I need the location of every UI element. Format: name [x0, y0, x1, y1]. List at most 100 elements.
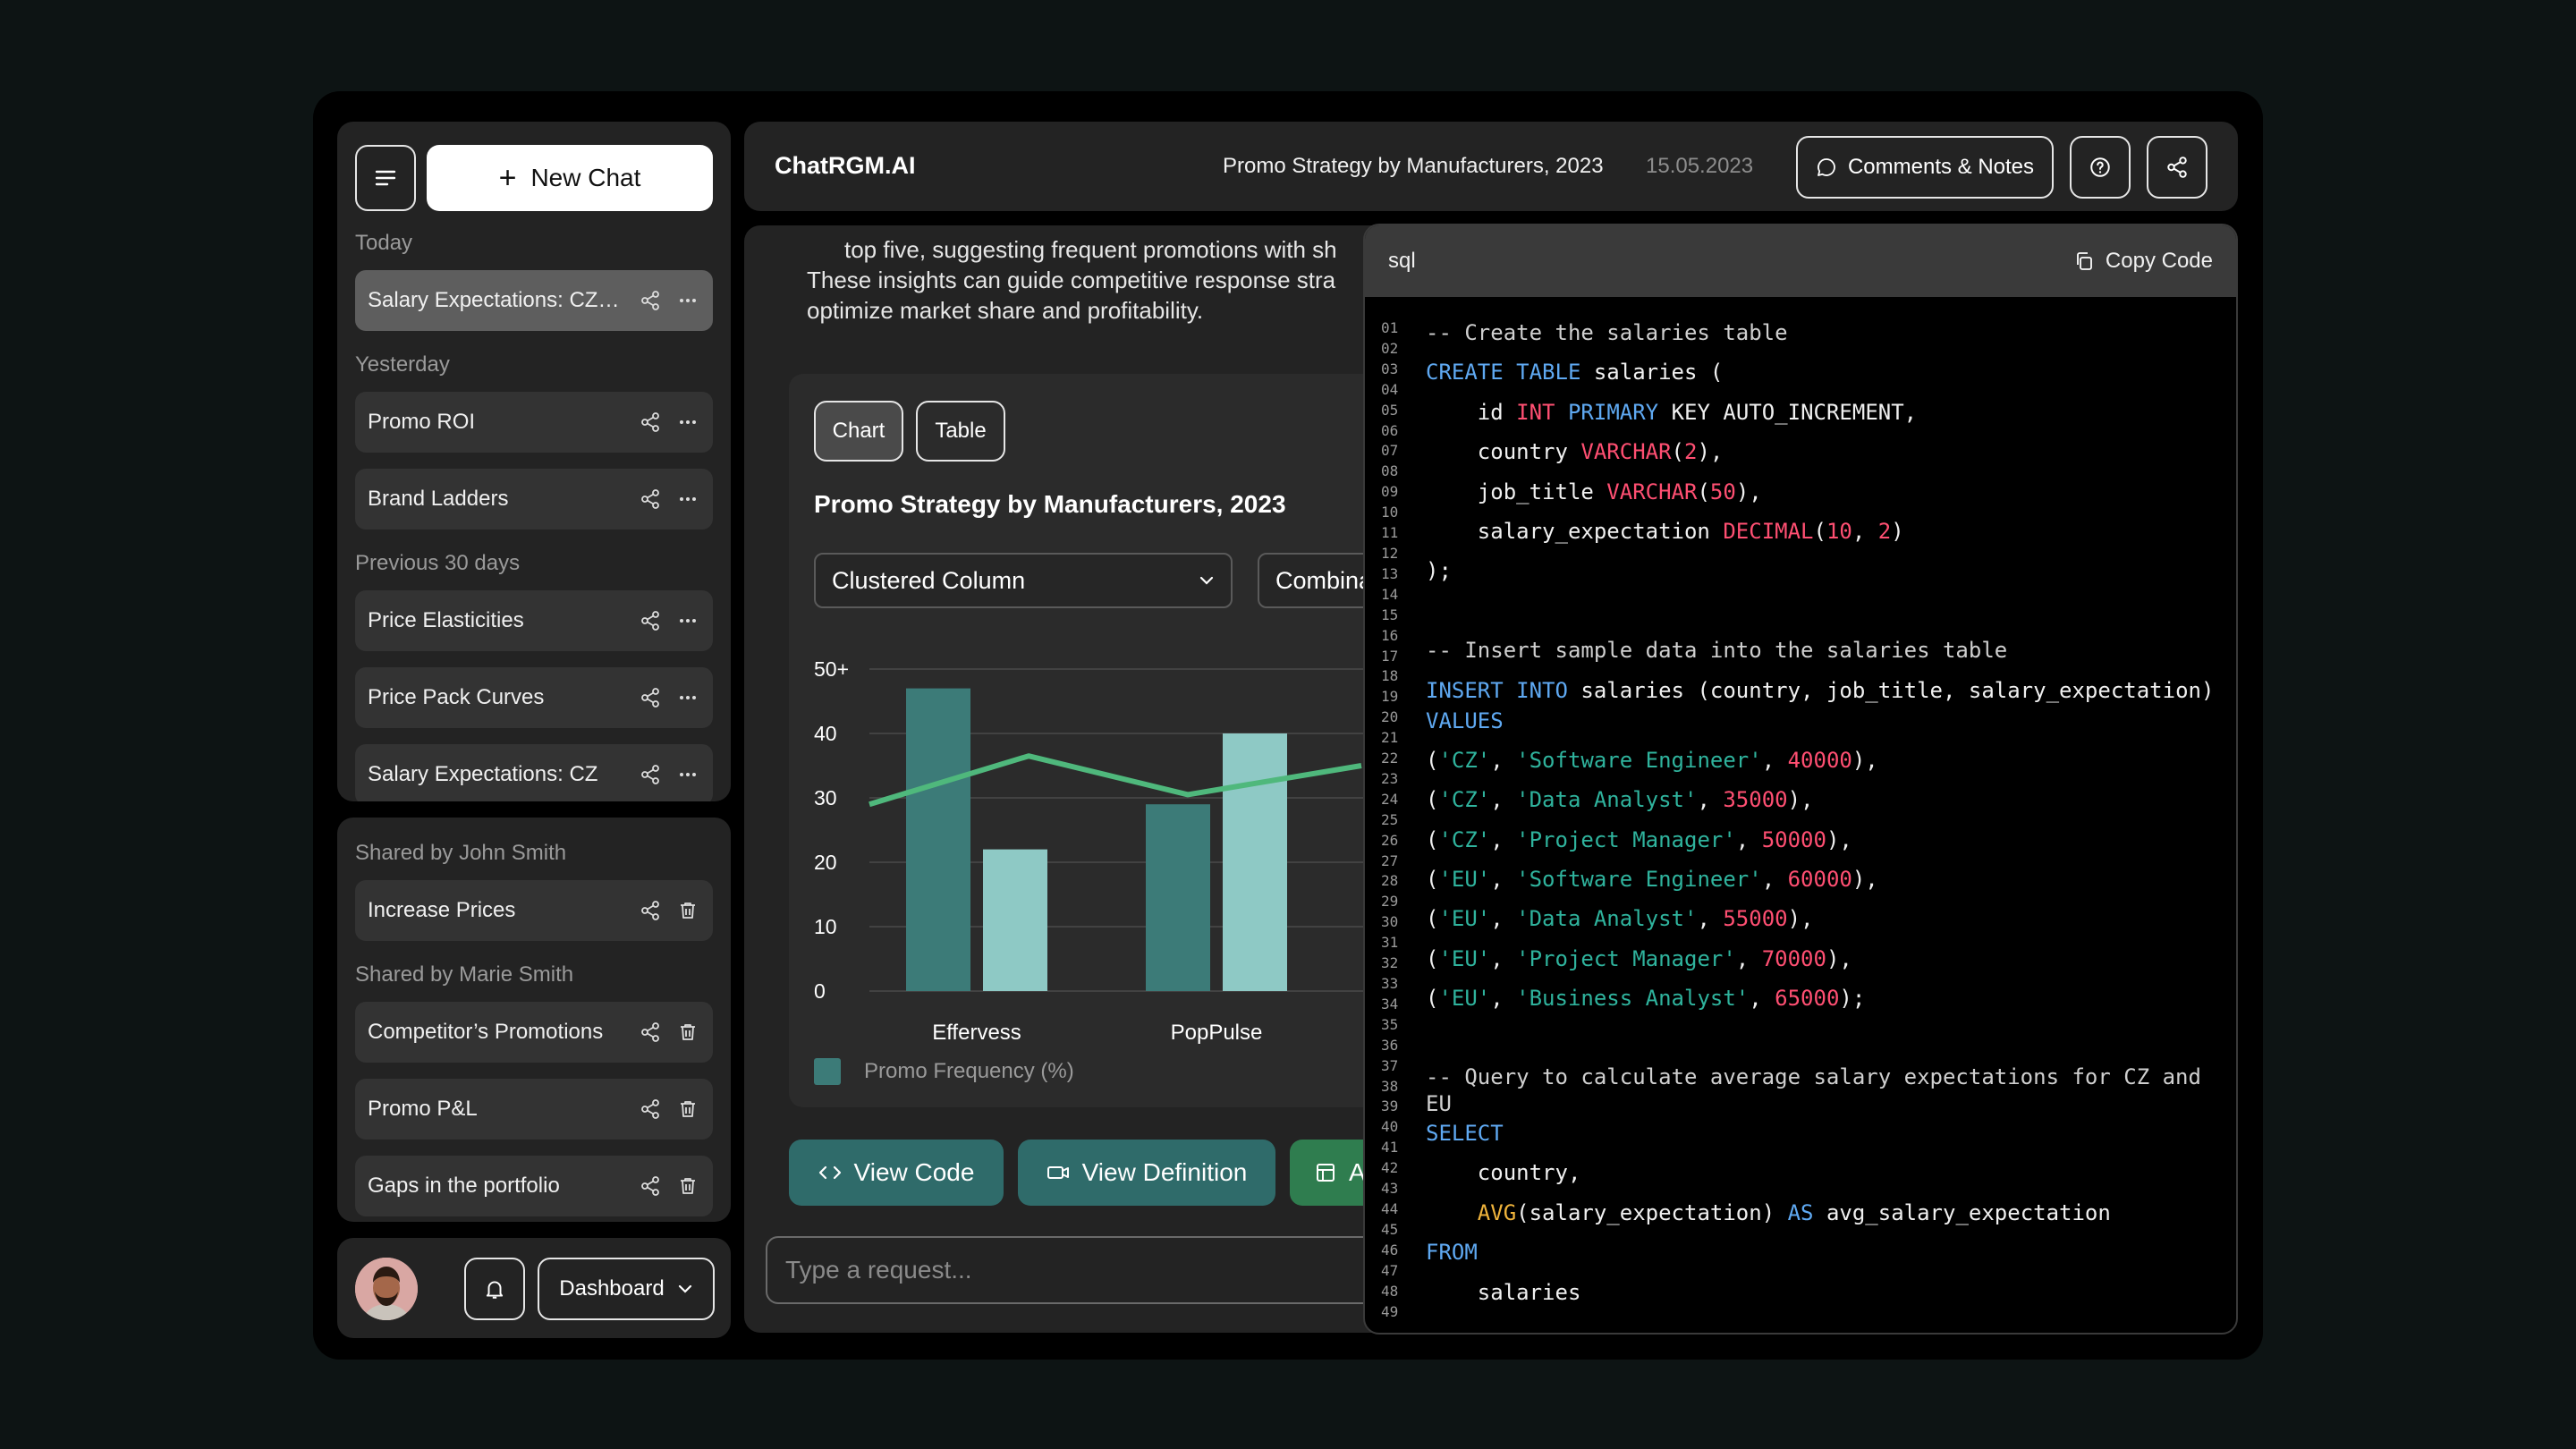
- app-brand: ChatRGM.AI: [775, 152, 916, 179]
- tab-chart[interactable]: Chart: [814, 401, 903, 462]
- copy-code-label: Copy Code: [2105, 249, 2213, 273]
- code-line: -- Query to calculate average salary exp…: [1426, 1064, 2215, 1117]
- chat-item[interactable]: Brand Ladders: [355, 469, 713, 530]
- sidebar-shared: Shared by John Smith Increase Prices Sha…: [337, 818, 731, 1222]
- line-number: 15: [1381, 606, 1399, 623]
- line-number: 13: [1381, 564, 1399, 582]
- assistant-message: top five, suggesting frequent promotions…: [807, 234, 1379, 326]
- sql-code[interactable]: -- Create the salaries table CREATE TABLE…: [1426, 313, 2231, 1312]
- chat-item[interactable]: Promo ROI: [355, 392, 713, 453]
- more-icon[interactable]: [675, 288, 700, 313]
- avatar[interactable]: [355, 1258, 418, 1320]
- code-line: salary_expectation DECIMAL(10, 2): [1426, 518, 1904, 544]
- notifications-button[interactable]: [464, 1258, 525, 1320]
- legend-label: Promo Frequency (%): [864, 1059, 1074, 1083]
- chevron-down-icon: [1199, 576, 1214, 585]
- y-tick-label: 10: [814, 915, 837, 938]
- chat-item[interactable]: Price Pack Curves: [355, 667, 713, 728]
- group-label-shared-marie: Shared by Marie Smith: [355, 962, 574, 987]
- share-icon[interactable]: [638, 288, 663, 313]
- hamburger-icon: [375, 170, 396, 186]
- code-line: ('CZ', 'Software Engineer', 40000),: [1426, 747, 1878, 773]
- menu-button[interactable]: [355, 145, 416, 211]
- line-number: 19: [1381, 688, 1399, 706]
- new-chat-button[interactable]: + New Chat: [427, 145, 713, 211]
- line-number: 20: [1381, 708, 1399, 726]
- help-button[interactable]: [2070, 136, 2131, 199]
- line-number: 12: [1381, 544, 1399, 562]
- dashboard-label: Dashboard: [559, 1276, 665, 1301]
- view-code-label: View Code: [853, 1158, 975, 1186]
- share-icon[interactable]: [638, 762, 663, 787]
- line-number: 03: [1381, 360, 1399, 377]
- line-number: 34: [1381, 995, 1399, 1013]
- chart-title: Promo Strategy by Manufacturers, 2023: [814, 490, 1286, 518]
- code-panel: sql Copy Code 01 02 03 04 05 06 07 08 09 10 11 12 13…: [1363, 224, 2238, 1335]
- share-button[interactable]: [2147, 136, 2207, 199]
- share-icon[interactable]: [638, 1020, 663, 1045]
- dashboard-dropdown[interactable]: Dashboard: [538, 1258, 715, 1320]
- code-line: -- Insert sample data into the salaries …: [1426, 638, 2008, 664]
- more-icon[interactable]: [675, 487, 700, 512]
- trash-icon[interactable]: [675, 1020, 700, 1045]
- chat-item[interactable]: Salary Expectations: CZ: [355, 744, 713, 801]
- comment-icon: [1818, 158, 1835, 176]
- line-number: 10: [1381, 504, 1399, 521]
- chat-item[interactable]: Price Elasticities: [355, 590, 713, 651]
- share-icon[interactable]: [638, 1097, 663, 1122]
- trash-icon[interactable]: [675, 898, 700, 923]
- line-number: 44: [1381, 1199, 1399, 1217]
- tab-table[interactable]: Table: [916, 401, 1005, 462]
- line-number: 02: [1381, 339, 1399, 357]
- share-icon[interactable]: [638, 410, 663, 435]
- shared-item[interactable]: Competitor’s Promotions: [355, 1002, 713, 1063]
- y-tick-label: 50+: [814, 657, 849, 681]
- chart-type-value: Clustered Column: [832, 566, 1026, 594]
- copy-code-button[interactable]: Copy Code: [2073, 249, 2213, 274]
- comments-notes-button[interactable]: Comments & Notes: [1796, 136, 2054, 199]
- group-label-yesterday: Yesterday: [355, 352, 450, 377]
- group-label-today: Today: [355, 231, 413, 255]
- header-title: Promo Strategy by Manufacturers, 2023: [1223, 154, 1604, 178]
- more-icon[interactable]: [675, 410, 700, 435]
- legend-swatch: [814, 1058, 841, 1085]
- line-number: 32: [1381, 954, 1399, 972]
- line-number: 45: [1381, 1220, 1399, 1238]
- view-definition-button[interactable]: View Definition: [1018, 1140, 1275, 1206]
- share-icon[interactable]: [638, 1174, 663, 1199]
- shared-item[interactable]: Gaps in the portfolio: [355, 1156, 713, 1216]
- share-icon[interactable]: [638, 608, 663, 633]
- view-definition-label: View Definition: [1081, 1158, 1248, 1186]
- more-icon[interactable]: [675, 608, 700, 633]
- line-number: 29: [1381, 893, 1399, 911]
- chart-type-select[interactable]: Clustered Column: [814, 553, 1233, 608]
- group-label-shared-john: Shared by John Smith: [355, 841, 567, 865]
- view-code-button[interactable]: View Code: [789, 1140, 1004, 1206]
- chat-item-label: Price Elasticities: [368, 608, 524, 632]
- message-line: optimize market share and profitability.: [807, 297, 1204, 324]
- code-line: -- Create the salaries table: [1426, 320, 1788, 345]
- line-number: 40: [1381, 1118, 1399, 1136]
- more-icon[interactable]: [675, 685, 700, 710]
- line-number: 42: [1381, 1159, 1399, 1177]
- code-line: );: [1426, 558, 1452, 584]
- line-number: 24: [1381, 790, 1399, 808]
- line-number: 25: [1381, 810, 1399, 828]
- share-icon[interactable]: [638, 898, 663, 923]
- message-line: top five, suggesting frequent promotions…: [844, 236, 1337, 263]
- trash-icon[interactable]: [675, 1097, 700, 1122]
- shared-item[interactable]: Promo P&L: [355, 1079, 713, 1140]
- line-number: 28: [1381, 872, 1399, 890]
- code-line: ('EU', 'Project Manager', 70000),: [1426, 945, 1852, 971]
- definition-icon: [1046, 1166, 1069, 1179]
- x-tick-label: PopPulse: [1171, 1021, 1263, 1045]
- line-number: 05: [1381, 401, 1399, 419]
- y-tick-label: 20: [814, 851, 837, 874]
- trash-icon[interactable]: [675, 1174, 700, 1199]
- chat-item[interactable]: Salary Expectations: CZ and EU: [355, 270, 713, 331]
- shared-item[interactable]: Increase Prices: [355, 880, 713, 941]
- y-tick-label: 30: [814, 786, 837, 809]
- share-icon[interactable]: [638, 685, 663, 710]
- more-icon[interactable]: [675, 762, 700, 787]
- share-icon[interactable]: [638, 487, 663, 512]
